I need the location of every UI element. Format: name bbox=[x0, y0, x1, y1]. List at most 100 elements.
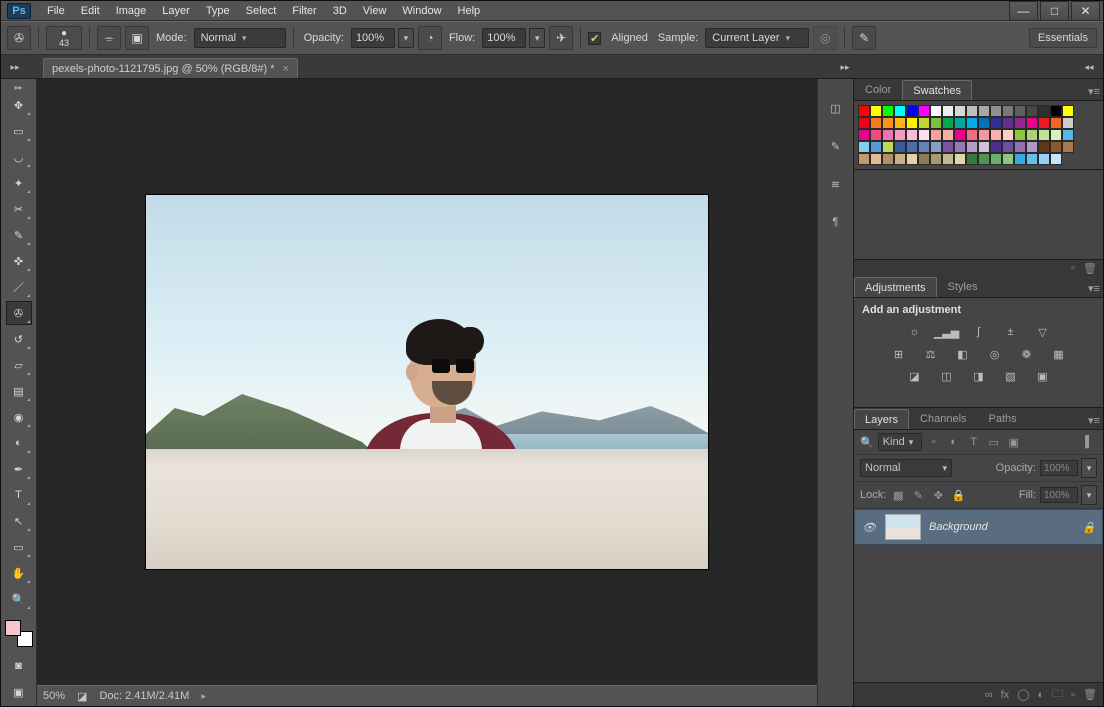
filter-smart-icon[interactable]: ▣ bbox=[1006, 434, 1022, 450]
menu-3d[interactable]: 3D bbox=[325, 3, 355, 19]
swatch[interactable] bbox=[1038, 105, 1050, 117]
swatch[interactable] bbox=[894, 129, 906, 141]
crop-tool[interactable]: ✂ bbox=[6, 197, 32, 221]
blend-mode-dropdown[interactable]: Normal▾ bbox=[194, 28, 286, 48]
panel-menu-button[interactable]: ▾≡ bbox=[1085, 411, 1103, 429]
swatch[interactable] bbox=[858, 141, 870, 153]
swatch[interactable] bbox=[1050, 129, 1062, 141]
lock-transparency-button[interactable]: ▩ bbox=[890, 487, 906, 503]
tab-channels[interactable]: Channels bbox=[909, 409, 977, 429]
eraser-tool[interactable]: ▱ bbox=[6, 353, 32, 377]
sample-dropdown[interactable]: Current Layer▾ bbox=[705, 28, 809, 48]
menu-filter[interactable]: Filter bbox=[284, 3, 324, 19]
expand-dock-button[interactable]: ▸▸ bbox=[7, 59, 23, 75]
swatch[interactable] bbox=[882, 105, 894, 117]
document-canvas[interactable] bbox=[146, 195, 708, 569]
opacity-input[interactable]: 100% bbox=[351, 28, 395, 48]
swatch[interactable] bbox=[918, 153, 930, 165]
swatch[interactable] bbox=[930, 105, 942, 117]
swatch[interactable] bbox=[1038, 153, 1050, 165]
swatch[interactable] bbox=[858, 105, 870, 117]
patch-tool[interactable]: ✜ bbox=[6, 249, 32, 273]
swatch[interactable] bbox=[1038, 129, 1050, 141]
swatch[interactable] bbox=[1038, 117, 1050, 129]
hue-sat-icon[interactable]: ⊞ bbox=[889, 346, 909, 362]
menu-type[interactable]: Type bbox=[198, 3, 238, 19]
close-tab-button[interactable]: × bbox=[283, 63, 289, 75]
preview-icon[interactable]: ◪ bbox=[77, 690, 87, 703]
invert-icon[interactable]: ◪ bbox=[905, 368, 925, 384]
swatch[interactable] bbox=[918, 105, 930, 117]
filter-toggle[interactable]: ▌ bbox=[1081, 434, 1097, 450]
swatch[interactable] bbox=[906, 153, 918, 165]
swatch[interactable] bbox=[978, 141, 990, 153]
flow-dropdown-button[interactable]: ▾ bbox=[529, 28, 545, 48]
swatch[interactable] bbox=[954, 141, 966, 153]
menu-layer[interactable]: Layer bbox=[154, 3, 198, 19]
type-tool[interactable]: T bbox=[6, 483, 32, 507]
layer-opacity-dropdown[interactable]: ▾ bbox=[1081, 458, 1097, 478]
new-group-button[interactable]: 🗀 bbox=[1052, 685, 1063, 704]
zoom-tool[interactable]: 🔍 bbox=[6, 587, 32, 611]
delete-layer-button[interactable]: 🗑 bbox=[1083, 688, 1097, 701]
swatch[interactable] bbox=[978, 129, 990, 141]
swatch[interactable] bbox=[1026, 105, 1038, 117]
swatch[interactable] bbox=[882, 117, 894, 129]
layer-fill-dropdown[interactable]: ▾ bbox=[1081, 485, 1097, 505]
filter-type-icon[interactable]: T bbox=[966, 434, 982, 450]
window-maximize-button[interactable]: □ bbox=[1040, 1, 1069, 21]
window-minimize-button[interactable]: — bbox=[1009, 1, 1038, 21]
paragraph-panel-icon[interactable]: ≋ bbox=[825, 173, 847, 195]
layer-opacity-input[interactable]: 100% bbox=[1040, 460, 1078, 476]
tab-swatches[interactable]: Swatches bbox=[902, 80, 972, 100]
panel-menu-button[interactable]: ▾≡ bbox=[1085, 82, 1103, 100]
expand-right-button[interactable]: ▸▸ bbox=[837, 59, 853, 75]
lasso-tool[interactable]: ◡ bbox=[6, 145, 32, 169]
swatch[interactable] bbox=[894, 141, 906, 153]
layer-filter-dropdown[interactable]: Kind▾ bbox=[878, 433, 922, 451]
swatch[interactable] bbox=[1002, 129, 1014, 141]
swatch[interactable] bbox=[1050, 105, 1062, 117]
photo-filter-icon[interactable]: ◎ bbox=[985, 346, 1005, 362]
swatch[interactable] bbox=[1014, 117, 1026, 129]
swatch[interactable] bbox=[930, 129, 942, 141]
magic-wand-tool[interactable]: ✦ bbox=[6, 171, 32, 195]
swatch[interactable] bbox=[894, 117, 906, 129]
eyedropper-tool[interactable]: ✎ bbox=[6, 223, 32, 247]
swatch[interactable] bbox=[1062, 105, 1074, 117]
filter-shape-icon[interactable]: ▭ bbox=[986, 434, 1002, 450]
swatch[interactable] bbox=[966, 117, 978, 129]
swatch[interactable] bbox=[870, 129, 882, 141]
doc-size-label[interactable]: Doc: 2.41M/2.41M bbox=[99, 690, 189, 702]
menu-edit[interactable]: Edit bbox=[73, 3, 108, 19]
swatch[interactable] bbox=[1014, 105, 1026, 117]
menu-window[interactable]: Window bbox=[394, 3, 449, 19]
menu-help[interactable]: Help bbox=[450, 3, 489, 19]
pressure-opacity-button[interactable]: ◔ bbox=[418, 26, 442, 50]
swatch[interactable] bbox=[906, 105, 918, 117]
swatch[interactable] bbox=[1026, 153, 1038, 165]
filter-adjust-icon[interactable]: ◐ bbox=[946, 434, 962, 450]
swatch[interactable] bbox=[894, 153, 906, 165]
tab-layers[interactable]: Layers bbox=[854, 409, 909, 429]
swatch[interactable] bbox=[918, 117, 930, 129]
blur-tool[interactable]: ◉ bbox=[6, 405, 32, 429]
swatch[interactable] bbox=[954, 117, 966, 129]
swatch[interactable] bbox=[1062, 129, 1074, 141]
menu-image[interactable]: Image bbox=[108, 3, 155, 19]
swatch[interactable] bbox=[966, 105, 978, 117]
swatch[interactable] bbox=[882, 153, 894, 165]
dodge-tool[interactable]: ◐ bbox=[6, 431, 32, 455]
quick-mask-button[interactable]: ◙ bbox=[6, 654, 32, 677]
swatch[interactable] bbox=[1026, 141, 1038, 153]
swatch[interactable] bbox=[918, 129, 930, 141]
swatch[interactable] bbox=[906, 117, 918, 129]
tab-adjustments[interactable]: Adjustments bbox=[854, 277, 937, 297]
layer-blend-dropdown[interactable]: Normal▾ bbox=[860, 459, 952, 477]
lock-pixels-button[interactable]: ✎ bbox=[910, 487, 926, 503]
move-tool[interactable]: ✥ bbox=[6, 93, 32, 117]
toggle-brush-panel-button[interactable]: ⌯ bbox=[97, 26, 121, 50]
airbrush-button[interactable]: ✈ bbox=[549, 26, 573, 50]
character-panel-icon[interactable]: ¶ bbox=[825, 211, 847, 233]
swatch[interactable] bbox=[1026, 129, 1038, 141]
